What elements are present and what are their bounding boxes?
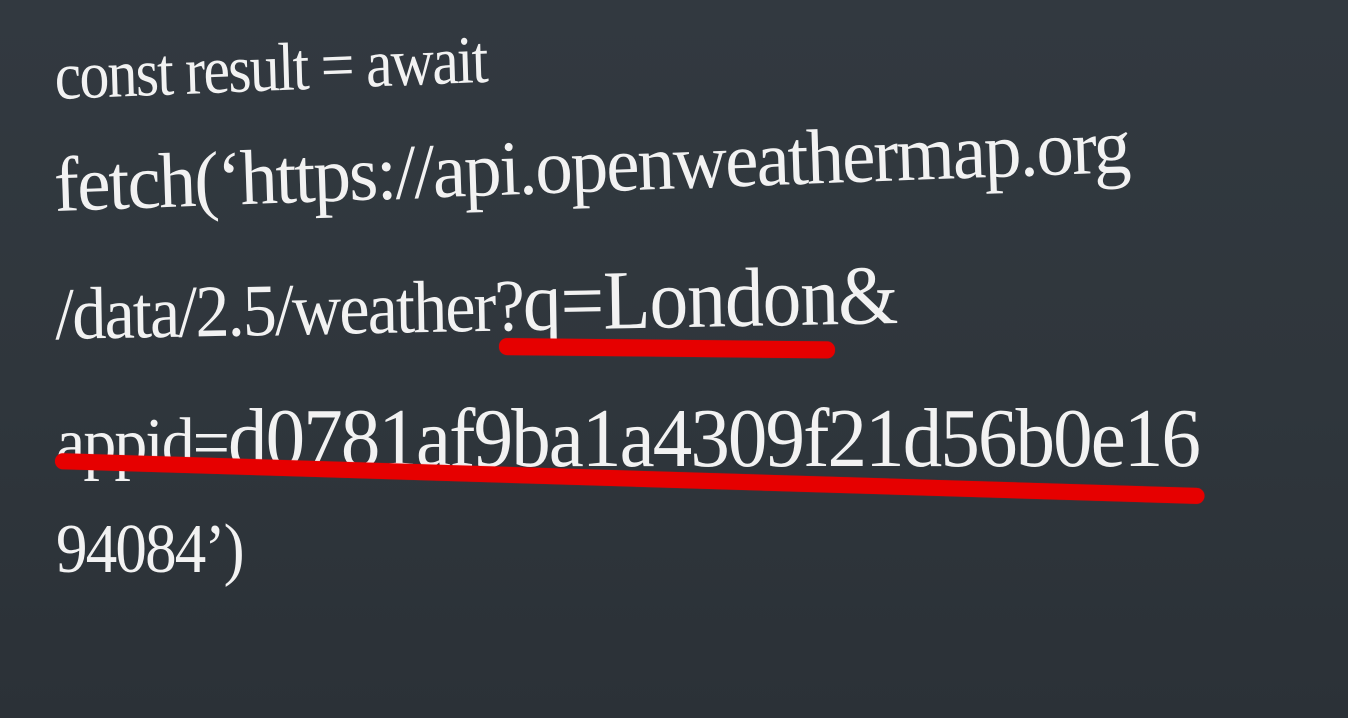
code-line-2-text: fetch(‘https://api.openweathermap.org bbox=[52, 101, 1131, 229]
code-line-5-text: 94084’) bbox=[56, 511, 245, 588]
code-line-5: 94084’) bbox=[56, 502, 245, 598]
code-line-3-query-param: q=London& bbox=[522, 249, 898, 350]
code-line-1-text: const result = await bbox=[53, 20, 488, 115]
query-underline bbox=[498, 338, 836, 359]
code-slide: const result = await fetch(‘https://api.… bbox=[0, 0, 1348, 718]
code-line-3-prefix: /data/2.5/weather? bbox=[54, 265, 524, 357]
code-line-1: const result = await bbox=[53, 11, 488, 124]
